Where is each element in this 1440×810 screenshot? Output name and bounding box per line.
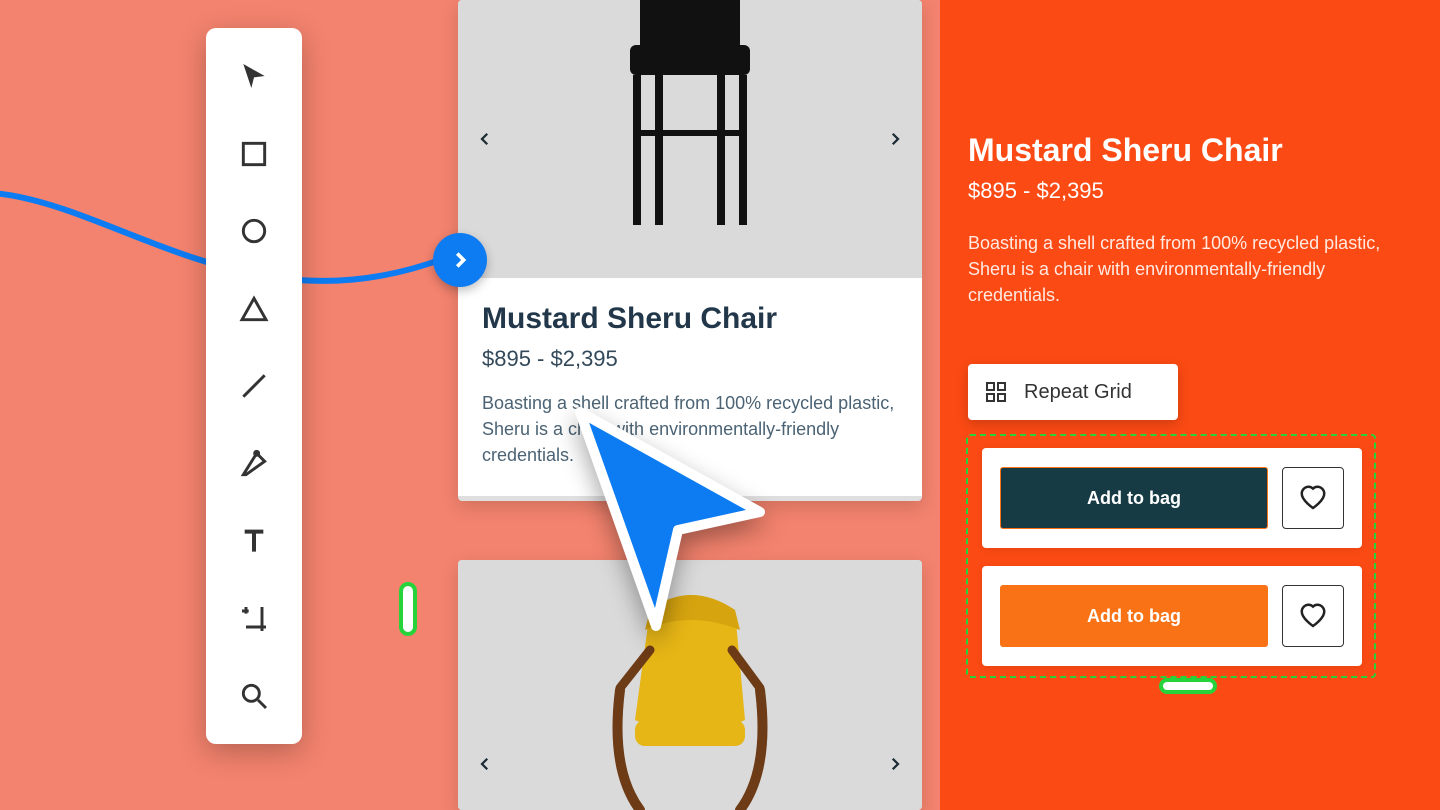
pen-tool[interactable] bbox=[234, 444, 274, 484]
repeat-grid-selection[interactable]: Add to bag Add to bag bbox=[966, 434, 1376, 678]
product-title: Mustard Sheru Chair bbox=[482, 302, 898, 336]
cursor-illustration bbox=[560, 402, 780, 642]
add-to-bag-button[interactable]: Add to bag bbox=[1000, 467, 1268, 529]
tools-palette bbox=[206, 28, 302, 744]
rp-product-price: $895 - $2,395 bbox=[968, 178, 1104, 204]
repeat-grid-button[interactable]: Repeat Grid bbox=[968, 364, 1178, 420]
cta-row: Add to bag bbox=[982, 566, 1362, 666]
grid-icon bbox=[984, 380, 1008, 404]
cta-row: Add to bag bbox=[982, 448, 1362, 548]
product-image-black-chair bbox=[585, 0, 795, 250]
artboard-tool[interactable] bbox=[234, 599, 274, 639]
rp-product-title: Mustard Sheru Chair bbox=[968, 132, 1283, 169]
favorite-button[interactable] bbox=[1282, 585, 1344, 647]
favorite-button[interactable] bbox=[1282, 467, 1344, 529]
text-tool[interactable] bbox=[234, 521, 274, 561]
ellipse-tool[interactable] bbox=[234, 211, 274, 251]
chevron-right-icon bbox=[449, 249, 471, 271]
select-tool[interactable] bbox=[234, 56, 274, 96]
carousel-prev-2[interactable] bbox=[470, 749, 500, 779]
heart-icon bbox=[1298, 601, 1328, 631]
rp-product-description: Boasting a shell crafted from 100% recyc… bbox=[968, 230, 1388, 308]
repeat-grid-handle-horizontal[interactable] bbox=[1159, 678, 1217, 694]
carousel-prev[interactable] bbox=[470, 124, 500, 154]
repeat-grid-handle-vertical[interactable] bbox=[399, 582, 417, 636]
heart-icon bbox=[1298, 483, 1328, 513]
flow-node[interactable] bbox=[433, 233, 487, 287]
carousel-next-2[interactable] bbox=[880, 749, 910, 779]
line-tool[interactable] bbox=[234, 366, 274, 406]
product-price: $895 - $2,395 bbox=[482, 346, 898, 372]
add-to-bag-label: Add to bag bbox=[1087, 488, 1181, 509]
triangle-tool[interactable] bbox=[234, 289, 274, 329]
product-image-carousel bbox=[458, 0, 922, 278]
add-to-bag-label: Add to bag bbox=[1087, 606, 1181, 627]
carousel-next[interactable] bbox=[880, 124, 910, 154]
zoom-tool[interactable] bbox=[234, 676, 274, 716]
rectangle-tool[interactable] bbox=[234, 134, 274, 174]
repeat-grid-label: Repeat Grid bbox=[1024, 381, 1132, 404]
add-to-bag-button[interactable]: Add to bag bbox=[1000, 585, 1268, 647]
